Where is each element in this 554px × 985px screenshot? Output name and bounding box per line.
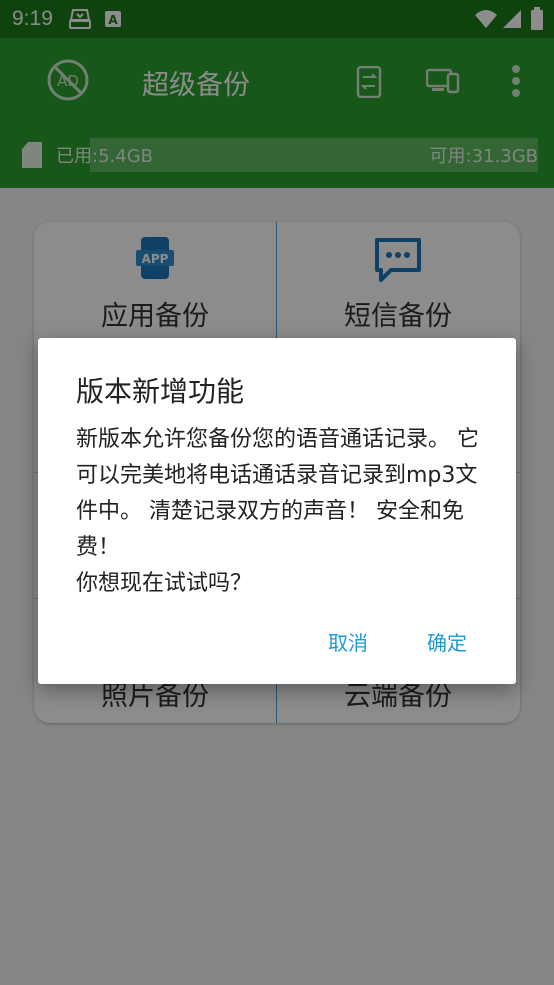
dialog-title: 版本新增功能 [76,375,245,408]
cancel-button[interactable]: 取消 [328,627,368,656]
new-feature-dialog: 版本新增功能 新版本允许您备份您的语音通话记录。 它可以完美地将电话通话录音记录… [38,338,516,684]
dialog-message: 新版本允许您备份您的语音通话记录。 它可以完美地将电话通话录音记录到mp3文件中… [76,427,479,596]
confirm-button[interactable]: 确定 [427,627,467,656]
